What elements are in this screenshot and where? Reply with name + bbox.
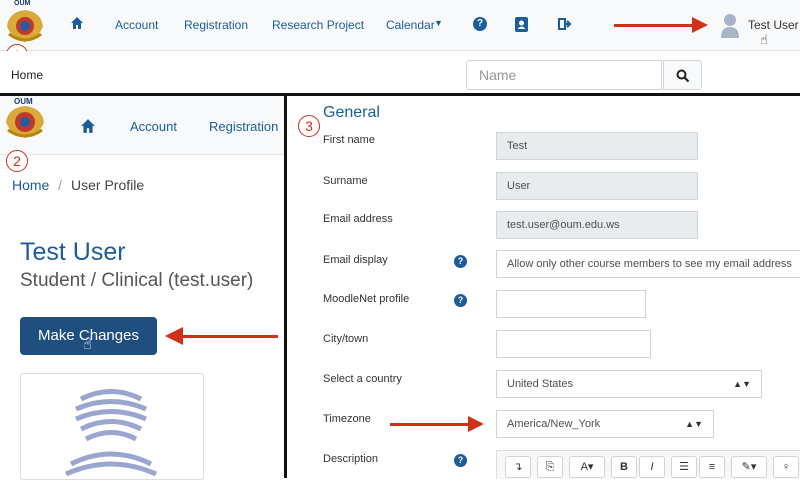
- label-timezone: Timezone: [323, 413, 371, 425]
- toolbar-font-style-icon[interactable]: A▾: [569, 456, 605, 478]
- toolbar-bold-icon[interactable]: B: [611, 456, 637, 478]
- label-email: Email address: [323, 213, 393, 225]
- toolbar-numbered-list-icon[interactable]: ≡: [699, 456, 725, 478]
- label-email-display: Email display: [323, 254, 388, 266]
- panel2-home-icon[interactable]: [80, 118, 96, 134]
- country-select-value: United States: [507, 378, 574, 390]
- nav-calendar[interactable]: Calendar: [386, 18, 435, 32]
- logout-icon[interactable]: [558, 17, 573, 31]
- panel2-breadcrumb-home[interactable]: Home: [12, 177, 49, 193]
- breadcrumb-home[interactable]: Home: [11, 68, 43, 82]
- user-avatar[interactable]: [720, 12, 740, 38]
- help-icon-description[interactable]: ?: [454, 454, 467, 467]
- help-icon[interactable]: ?: [473, 17, 487, 31]
- toolbar-link-icon[interactable]: ✎▾: [731, 456, 767, 478]
- step-marker-2: 2: [6, 150, 28, 172]
- timezone-select-value: America/New_York: [507, 418, 601, 430]
- logo-text: OUM: [14, 0, 31, 7]
- contact-card-icon[interactable]: [515, 17, 528, 32]
- breadcrumb-user-profile: User Profile: [71, 177, 145, 193]
- toolbar-paste-icon[interactable]: ⎘: [537, 456, 563, 478]
- panel2-logo-text: OUM: [14, 97, 33, 106]
- label-moodlenet: MoodleNet profile: [323, 293, 410, 305]
- panel2-nav-account[interactable]: Account: [130, 119, 177, 134]
- section-title-general: General: [323, 104, 380, 121]
- label-city: City/town: [323, 333, 369, 345]
- cursor-hand-icon-2: ☝: [83, 336, 93, 353]
- nav-research-project[interactable]: Research Project: [272, 18, 364, 32]
- select-updown-icon: ▲▼: [733, 379, 751, 389]
- email-display-select[interactable]: Allow only other course members to see m…: [496, 250, 800, 278]
- cursor-hand-icon: ☝: [760, 32, 768, 47]
- search-icon: [676, 69, 689, 83]
- toolbar-more-icon[interactable]: ♀: [773, 456, 799, 478]
- profile-role: Student / Clinical (test.user): [20, 270, 254, 291]
- country-select[interactable]: United States ▲▼: [496, 370, 762, 398]
- nav-account[interactable]: Account: [115, 18, 158, 32]
- toolbar-italic-icon[interactable]: I: [639, 456, 665, 478]
- annotation-arrow-button: [180, 335, 278, 338]
- search-button[interactable]: [663, 60, 702, 90]
- home-icon[interactable]: [70, 16, 84, 30]
- label-first-name: First name: [323, 134, 375, 146]
- annotation-arrow-timezone: [390, 423, 470, 426]
- breadcrumb-separator: /: [58, 177, 62, 193]
- moodlenet-profile-field[interactable]: [496, 290, 646, 318]
- profile-picture: [20, 373, 204, 480]
- step-marker-3: 3: [298, 115, 320, 137]
- surname-field[interactable]: User: [496, 172, 698, 200]
- toolbar-expand-icon[interactable]: ↴: [505, 456, 531, 478]
- city-field[interactable]: [496, 330, 651, 358]
- annotation-arrowhead-timezone: [468, 416, 484, 432]
- chevron-down-icon[interactable]: ▼: [434, 18, 443, 28]
- toolbar-bullet-list-icon[interactable]: ☰: [671, 456, 697, 478]
- profile-name: Test User: [20, 238, 126, 266]
- label-description: Description: [323, 453, 379, 465]
- help-icon-email-display[interactable]: ?: [454, 255, 467, 268]
- user-menu-name[interactable]: Test User: [748, 18, 799, 32]
- site-logo[interactable]: [3, 4, 47, 46]
- select-updown-icon-2: ▲▼: [685, 419, 703, 429]
- label-country: Select a country: [323, 373, 402, 385]
- annotation-arrow-user: [614, 24, 694, 27]
- first-name-field[interactable]: Test: [496, 132, 698, 160]
- annotation-arrowhead-user: [692, 17, 708, 33]
- email-field[interactable]: test.user@oum.edu.ws: [496, 211, 698, 239]
- panel2-nav-registration[interactable]: Registration: [209, 119, 278, 134]
- label-surname: Surname: [323, 175, 368, 187]
- nav-registration[interactable]: Registration: [184, 18, 248, 32]
- timezone-select[interactable]: America/New_York ▲▼: [496, 410, 714, 438]
- help-icon-moodlenet[interactable]: ?: [454, 294, 467, 307]
- search-input[interactable]: Name: [466, 60, 662, 90]
- screenshot-divider-vertical: [284, 96, 287, 478]
